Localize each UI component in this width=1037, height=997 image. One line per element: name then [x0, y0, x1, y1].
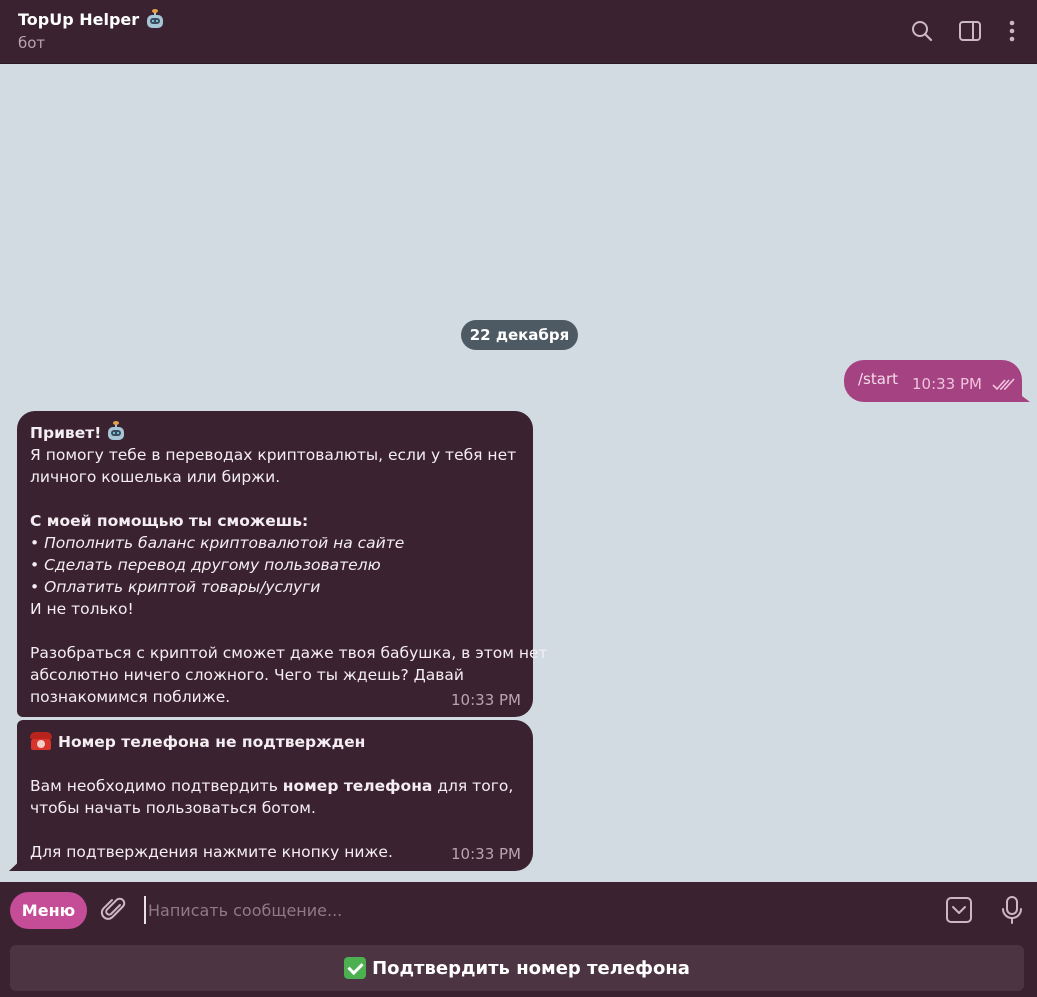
double-check-icon [992, 376, 1016, 391]
robot-icon [106, 421, 126, 441]
incoming-message-phone-notice[interactable]: Номер телефона не подтвержден Вам необхо… [17, 720, 533, 871]
date-separator: 22 декабря [461, 320, 578, 350]
chat-title-block[interactable]: TopUp Helper бот [18, 9, 165, 53]
more-vertical-icon[interactable] [999, 18, 1025, 44]
phone-notice-body: Вам необходимо подтвердить номер телефон… [30, 777, 514, 795]
message-time: 10:33 PM [451, 691, 521, 709]
bot-keyboard-icon[interactable] [944, 895, 974, 925]
feature-item: • Пополнить баланс криптовалютой на сайт… [30, 534, 405, 552]
paperclip-icon[interactable] [100, 896, 128, 924]
telephone-icon [30, 732, 52, 750]
message-input[interactable] [144, 896, 924, 924]
incoming-message-welcome[interactable]: Привет! Я помогу тебе в переводах крипто… [17, 411, 548, 717]
outgoing-message-time: 10:33 PM [912, 375, 982, 393]
feature-item: • Сделать перевод другому пользователю [30, 556, 381, 574]
chat-history[interactable]: 22 декабря /start 10:33 PM Привет! Я пом… [0, 65, 1037, 882]
bot-menu-button[interactable]: Меню [10, 892, 87, 929]
composer: Меню Подтвердить номер телефона [0, 882, 1037, 997]
outgoing-message-text: /start [858, 370, 898, 388]
sidebar-toggle-icon[interactable] [957, 18, 983, 44]
phone-notice-title: Номер телефона не подтвержден [30, 731, 520, 753]
microphone-icon[interactable] [998, 894, 1026, 926]
chat-subtitle: бот [18, 34, 46, 52]
welcome-more: И не только! [30, 600, 134, 618]
welcome-outro: познакомимся поближе. [30, 688, 231, 706]
phone-notice-instruction: Для подтверждения нажмите кнопку ниже. [30, 843, 393, 861]
features-title: С моей помощью ты сможешь: [30, 512, 309, 530]
feature-item: • Оплатить криптой товары/услуги [30, 578, 321, 596]
robot-icon [145, 9, 165, 29]
confirm-phone-button[interactable]: Подтвердить номер телефона [10, 945, 1024, 991]
welcome-line: личного кошелька или биржи. [30, 468, 281, 486]
confirm-phone-label: Подтвердить номер телефона [372, 957, 690, 979]
check-mark-icon [344, 957, 367, 979]
search-icon[interactable] [909, 18, 935, 44]
chat-header: TopUp Helper бот [0, 0, 1037, 64]
welcome-line: Я помогу тебе в переводах криптовалюты, … [30, 446, 517, 464]
welcome-greeting: Привет! [30, 421, 520, 444]
welcome-outro: Разобраться с криптой сможет даже твоя б… [30, 644, 548, 662]
phone-notice-body: чтобы начать пользоваться ботом. [30, 799, 316, 817]
message-time: 10:33 PM [451, 845, 521, 863]
chat-title: TopUp Helper [18, 9, 165, 31]
outgoing-message[interactable]: /start 10:33 PM [844, 360, 1030, 402]
chat-title-text: TopUp Helper [18, 10, 140, 29]
welcome-outro: абсолютно ничего сложного. Чего ты ждешь… [30, 666, 464, 684]
